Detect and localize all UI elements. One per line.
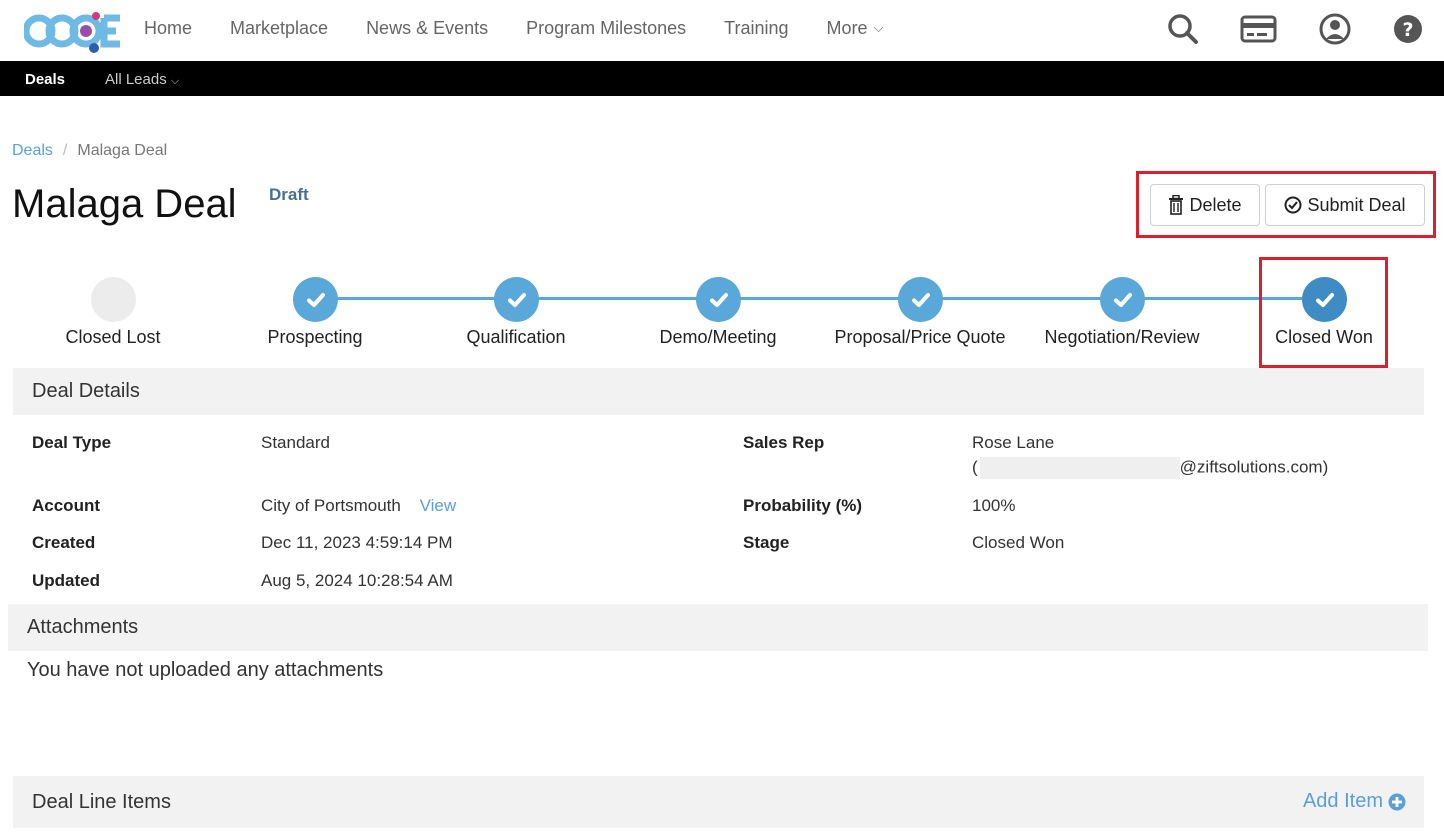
account-label: Account [32,496,100,515]
updated-label: Updated [32,571,100,590]
breadcrumb: Deals / Malaga Deal [12,141,167,161]
chevron-down-icon: ⌵ [873,20,884,35]
sales-rep-email: ( @ziftsolutions.com) [972,457,1328,479]
probability-value: 100% [972,496,1016,515]
stage-check-icon [898,277,943,322]
breadcrumb-deals[interactable]: Deals [12,142,53,159]
attachments-title: Attachments [27,616,139,638]
nav-more-label: More [826,18,868,38]
stage-value: Closed Won [972,533,1065,552]
created-value: Dec 11, 2023 4:59:14 PM [261,533,453,552]
attachments-empty-message: You have not uploaded any attachments [27,659,384,681]
updated-value: Aug 5, 2024 10:28:54 AM [261,571,453,590]
stage-label: Qualification [466,327,566,347]
add-item-label: Add Item [1302,790,1383,812]
stage-2[interactable]: Prospecting [215,277,415,357]
sub-navigation: Deals All Leads ⌵ [0,61,1444,96]
nav-home[interactable]: Home [144,16,192,40]
checkmark-icon [1113,292,1132,307]
created-label: Created [32,533,96,552]
stage-1[interactable]: Closed Lost [13,277,213,357]
deal-line-items-heading: Deal Line Items [13,776,1424,828]
submit-deal-label: Submit Deal [1307,194,1406,215]
attachments-heading: Attachments [8,604,1428,651]
checkmark-icon [709,292,728,307]
stage-3[interactable]: Qualification [416,277,616,357]
stage-label: Closed Lost [65,327,161,347]
email-open-paren: ( [972,457,978,477]
account-name: City of Portsmouth [261,496,401,515]
deal-type-value: Standard [261,433,330,452]
sales-rep-label: Sales Rep [743,433,825,452]
top-navigation: Home Marketplace News & Events Program M… [0,0,1444,61]
breadcrumb-current: Malaga Deal [77,142,168,159]
deal-type-label: Deal Type [32,433,112,452]
deal-details-title: Deal Details [32,380,140,402]
add-item-button[interactable]: Add Item [1303,790,1406,813]
delete-button[interactable]: Delete [1150,184,1260,226]
stage-label: Negotiation/Review [1044,327,1200,347]
page-title: Malaga Deal [12,182,237,226]
checkmark-icon [1315,292,1334,307]
stage-check-icon [696,277,741,322]
submit-deal-button[interactable]: Submit Deal [1265,184,1425,226]
help-icon[interactable]: ? [1391,12,1425,46]
stage-5[interactable]: Proposal/Price Quote [820,277,1020,357]
checkmark-icon [306,292,325,307]
stage-label: Proposal/Price Quote [834,327,1006,347]
chevron-down-icon: ⌵ [170,75,180,87]
trash-icon [1169,195,1184,215]
stage-7[interactable]: Closed Won [1224,277,1424,357]
stage-check-icon [1100,277,1145,322]
stage-empty-dot [91,277,136,322]
subnav-all-leads[interactable]: All Leads ⌵ [105,61,179,100]
deal-details-heading: Deal Details [13,368,1424,415]
nav-program-milestones[interactable]: Program Milestones [526,16,686,40]
search-icon[interactable] [1166,12,1200,46]
nav-more[interactable]: More ⌵ [827,16,884,40]
subnav-all-leads-label: All Leads [105,71,167,88]
stage-check-icon [1302,277,1347,322]
delete-label: Delete [1189,194,1242,215]
plus-circle-icon [1388,793,1406,810]
account-value: City of Portsmouth View [261,496,456,516]
stage-label: Stage [743,533,790,552]
stage-4[interactable]: Demo/Meeting [618,277,818,357]
sales-rep-value: Rose Lane [972,433,1055,452]
main-nav: Home Marketplace News & Events Program M… [144,16,921,40]
probability-label: Probability (%) [743,496,863,515]
stage-check-icon [293,277,338,322]
stage-label: Prospecting [267,327,363,347]
nav-training[interactable]: Training [724,16,788,40]
email-domain: @ziftsolutions.com) [1179,457,1329,477]
subnav-deals[interactable]: Deals [25,61,65,98]
check-circle-icon [1284,196,1302,214]
breadcrumb-separator: / [62,142,68,159]
stage-check-icon [494,277,539,322]
logo-graphic [22,12,120,53]
nav-marketplace[interactable]: Marketplace [230,16,328,40]
stage-6[interactable]: Negotiation/Review [1022,277,1222,357]
stage-label: Demo/Meeting [659,327,777,347]
account-view-link[interactable]: View [420,496,457,515]
checkmark-icon [507,292,526,307]
stage-label: Closed Won [1275,327,1373,347]
nav-news-events[interactable]: News & Events [366,16,488,40]
credit-card-icon[interactable] [1240,12,1278,46]
status-badge: Draft [269,185,309,204]
ccoe-logo[interactable] [22,8,122,54]
svg-text:?: ? [1402,19,1413,41]
deal-line-items-title: Deal Line Items [32,790,171,813]
user-circle-icon[interactable] [1318,12,1352,46]
redacted-email-user [979,457,1180,479]
checkmark-icon [911,292,930,307]
